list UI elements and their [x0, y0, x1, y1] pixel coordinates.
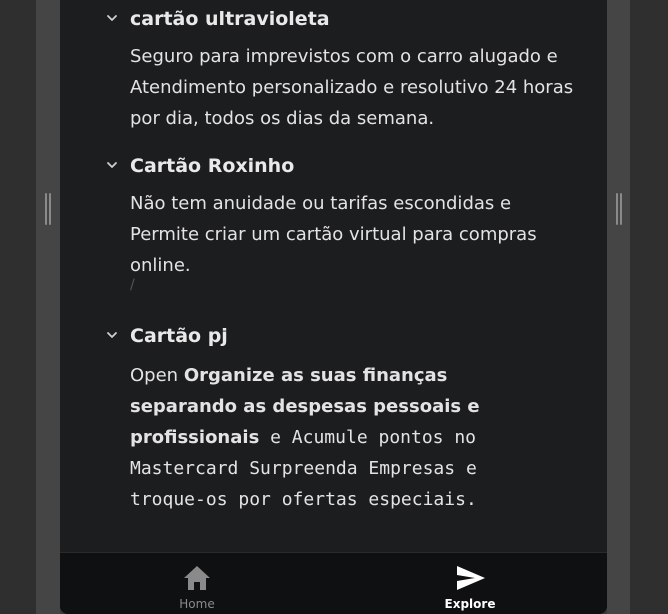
nav-explore-button[interactable]: Explore	[410, 553, 530, 614]
faq-header[interactable]: cartão ultravioleta	[60, 7, 607, 31]
stray-mark: /	[130, 277, 135, 293]
faq-title: Cartão Roxinho	[130, 155, 295, 177]
left-resize-handle-icon[interactable]	[45, 193, 51, 225]
right-resize-handle-icon[interactable]	[616, 193, 622, 225]
chevron-down-icon[interactable]	[105, 158, 119, 172]
faq-title: cartão ultravioleta	[130, 8, 330, 30]
faq-header[interactable]: Cartão pj	[60, 324, 607, 348]
faq-body-text: Não tem anuidade ou tarifas escondidas e…	[130, 193, 537, 276]
faq-body-open: Open	[130, 365, 184, 386]
chevron-down-icon[interactable]	[105, 11, 119, 25]
home-icon	[184, 566, 210, 590]
faq-body: Open Organize as suas finanças separando…	[130, 360, 560, 515]
nav-explore-label: Explore	[444, 597, 496, 611]
faq-body-text: Seguro para imprevistos com o carro alug…	[130, 46, 541, 67]
send-icon	[457, 566, 485, 590]
app-screen: cartão ultravioleta Seguro para imprevis…	[60, 0, 607, 614]
faq-title: Cartão pj	[130, 325, 228, 347]
right-background	[630, 0, 668, 614]
faq-body: Seguro para imprevistos com o carro alug…	[130, 41, 580, 134]
faq-list: cartão ultravioleta Seguro para imprevis…	[60, 0, 607, 552]
faq-body: Não tem anuidade ou tarifas escondidas e…	[130, 188, 580, 281]
bottom-navigation: Home Explore	[60, 552, 607, 614]
left-background	[0, 0, 36, 614]
right-gutter	[607, 0, 630, 614]
nav-home-label: Home	[179, 597, 215, 611]
chevron-down-icon[interactable]	[105, 328, 119, 342]
left-gutter	[36, 0, 60, 614]
faq-header[interactable]: Cartão Roxinho	[60, 154, 607, 178]
nav-home-button[interactable]: Home	[137, 553, 257, 614]
